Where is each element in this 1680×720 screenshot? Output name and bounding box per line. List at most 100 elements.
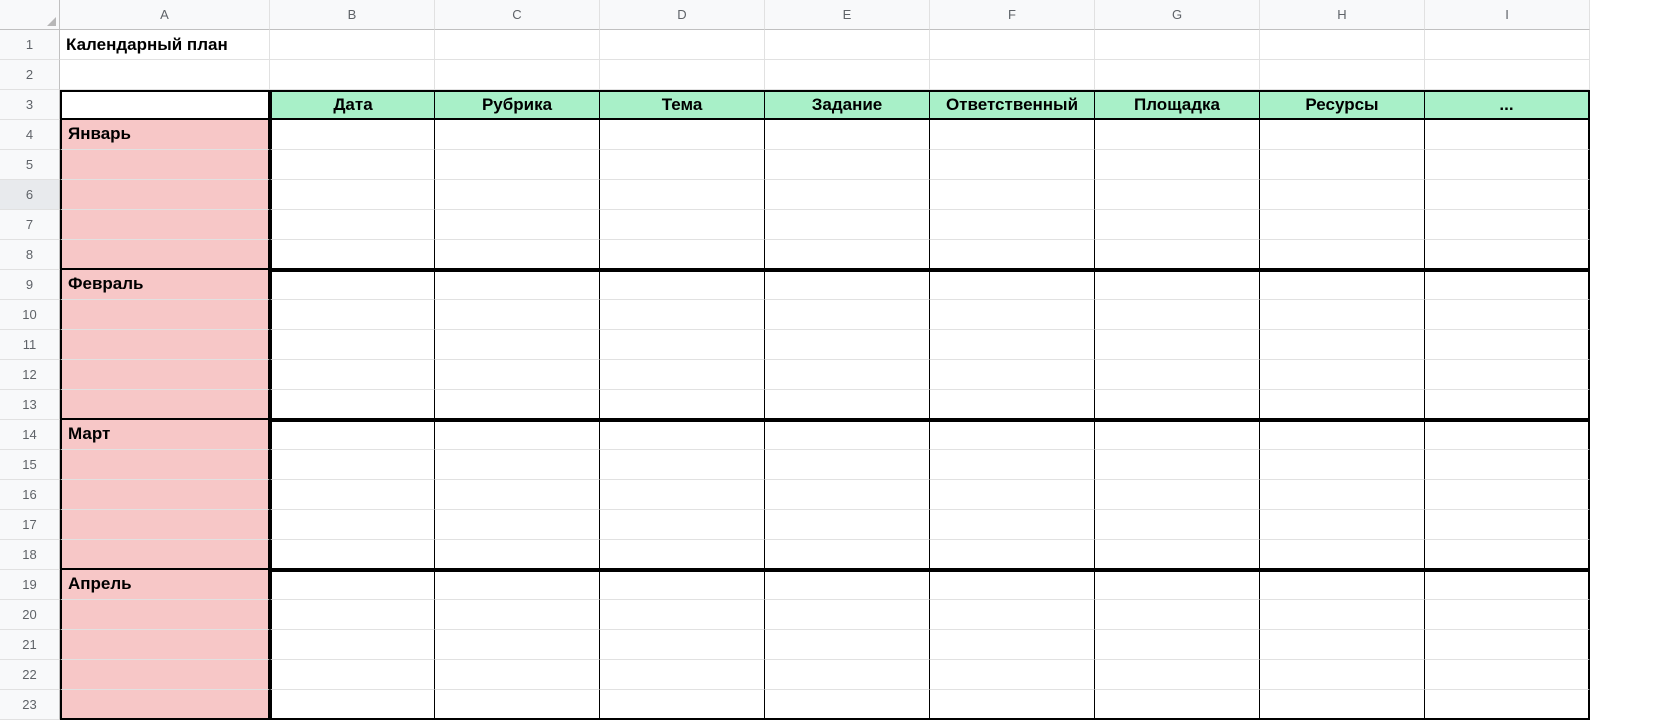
row-header-14[interactable]: 14: [0, 420, 60, 450]
cell-F6[interactable]: [930, 180, 1095, 210]
column-header-H[interactable]: H: [1260, 0, 1425, 30]
cell-A2[interactable]: [60, 60, 270, 90]
row-header-13[interactable]: 13: [0, 390, 60, 420]
month-body-Апрель-3[interactable]: [60, 660, 270, 690]
cell-I1[interactable]: [1425, 30, 1590, 60]
cell-B14[interactable]: [270, 420, 435, 450]
cell-C22[interactable]: [435, 660, 600, 690]
cell-E13[interactable]: [765, 390, 930, 420]
cell-I5[interactable]: [1425, 150, 1590, 180]
cell-G23[interactable]: [1095, 690, 1260, 720]
cell-F8[interactable]: [930, 240, 1095, 270]
row-header-11[interactable]: 11: [0, 330, 60, 360]
month-label-Март[interactable]: Март: [60, 420, 270, 450]
cell-I11[interactable]: [1425, 330, 1590, 360]
cell-H17[interactable]: [1260, 510, 1425, 540]
cell-D5[interactable]: [600, 150, 765, 180]
cell-F5[interactable]: [930, 150, 1095, 180]
column-title-1[interactable]: Рубрика: [435, 90, 600, 120]
cell-E15[interactable]: [765, 450, 930, 480]
cell-B15[interactable]: [270, 450, 435, 480]
cell-D8[interactable]: [600, 240, 765, 270]
cell-E16[interactable]: [765, 480, 930, 510]
cell-B2[interactable]: [270, 60, 435, 90]
cell-F9[interactable]: [930, 270, 1095, 300]
month-body-Апрель-4[interactable]: [60, 690, 270, 720]
cell-C19[interactable]: [435, 570, 600, 600]
cell-F20[interactable]: [930, 600, 1095, 630]
cell-E21[interactable]: [765, 630, 930, 660]
cell-G22[interactable]: [1095, 660, 1260, 690]
cell-D23[interactable]: [600, 690, 765, 720]
cell-B21[interactable]: [270, 630, 435, 660]
cell-H6[interactable]: [1260, 180, 1425, 210]
cell-D6[interactable]: [600, 180, 765, 210]
row-header-7[interactable]: 7: [0, 210, 60, 240]
cell-C9[interactable]: [435, 270, 600, 300]
cell-B12[interactable]: [270, 360, 435, 390]
month-body-Февраль-4[interactable]: [60, 390, 270, 420]
cell-H23[interactable]: [1260, 690, 1425, 720]
month-body-Февраль-2[interactable]: [60, 330, 270, 360]
select-all-corner[interactable]: [0, 0, 60, 30]
cell-F21[interactable]: [930, 630, 1095, 660]
row-header-22[interactable]: 22: [0, 660, 60, 690]
cell-D15[interactable]: [600, 450, 765, 480]
column-title-2[interactable]: Тема: [600, 90, 765, 120]
sheet-title[interactable]: Календарный план: [60, 30, 270, 60]
month-body-Январь-2[interactable]: [60, 180, 270, 210]
cell-H19[interactable]: [1260, 570, 1425, 600]
row-header-20[interactable]: 20: [0, 600, 60, 630]
cell-F23[interactable]: [930, 690, 1095, 720]
cell-E17[interactable]: [765, 510, 930, 540]
cell-I12[interactable]: [1425, 360, 1590, 390]
cell-C7[interactable]: [435, 210, 600, 240]
cell-B10[interactable]: [270, 300, 435, 330]
cell-H4[interactable]: [1260, 120, 1425, 150]
cell-G17[interactable]: [1095, 510, 1260, 540]
row-header-17[interactable]: 17: [0, 510, 60, 540]
row-header-15[interactable]: 15: [0, 450, 60, 480]
cell-F10[interactable]: [930, 300, 1095, 330]
row-header-9[interactable]: 9: [0, 270, 60, 300]
cell-C2[interactable]: [435, 60, 600, 90]
cell-G9[interactable]: [1095, 270, 1260, 300]
cell-E9[interactable]: [765, 270, 930, 300]
cell-I9[interactable]: [1425, 270, 1590, 300]
row-header-16[interactable]: 16: [0, 480, 60, 510]
cell-E14[interactable]: [765, 420, 930, 450]
cell-C1[interactable]: [435, 30, 600, 60]
month-body-Апрель-1[interactable]: [60, 600, 270, 630]
header-blank[interactable]: [60, 90, 270, 120]
cell-I4[interactable]: [1425, 120, 1590, 150]
cell-I18[interactable]: [1425, 540, 1590, 570]
row-header-10[interactable]: 10: [0, 300, 60, 330]
cell-G10[interactable]: [1095, 300, 1260, 330]
month-body-Март-4[interactable]: [60, 540, 270, 570]
column-title-0[interactable]: Дата: [270, 90, 435, 120]
cell-B18[interactable]: [270, 540, 435, 570]
month-body-Январь-3[interactable]: [60, 210, 270, 240]
cell-D22[interactable]: [600, 660, 765, 690]
cell-I13[interactable]: [1425, 390, 1590, 420]
column-header-I[interactable]: I: [1425, 0, 1590, 30]
cell-B22[interactable]: [270, 660, 435, 690]
row-header-4[interactable]: 4: [0, 120, 60, 150]
cell-D12[interactable]: [600, 360, 765, 390]
row-header-8[interactable]: 8: [0, 240, 60, 270]
cell-B7[interactable]: [270, 210, 435, 240]
month-body-Март-2[interactable]: [60, 480, 270, 510]
cell-C20[interactable]: [435, 600, 600, 630]
cell-B9[interactable]: [270, 270, 435, 300]
month-body-Февраль-3[interactable]: [60, 360, 270, 390]
cell-B4[interactable]: [270, 120, 435, 150]
row-header-1[interactable]: 1: [0, 30, 60, 60]
month-body-Март-3[interactable]: [60, 510, 270, 540]
cell-D17[interactable]: [600, 510, 765, 540]
cell-E18[interactable]: [765, 540, 930, 570]
cell-F16[interactable]: [930, 480, 1095, 510]
cell-C10[interactable]: [435, 300, 600, 330]
cell-E2[interactable]: [765, 60, 930, 90]
cell-F14[interactable]: [930, 420, 1095, 450]
cell-G21[interactable]: [1095, 630, 1260, 660]
